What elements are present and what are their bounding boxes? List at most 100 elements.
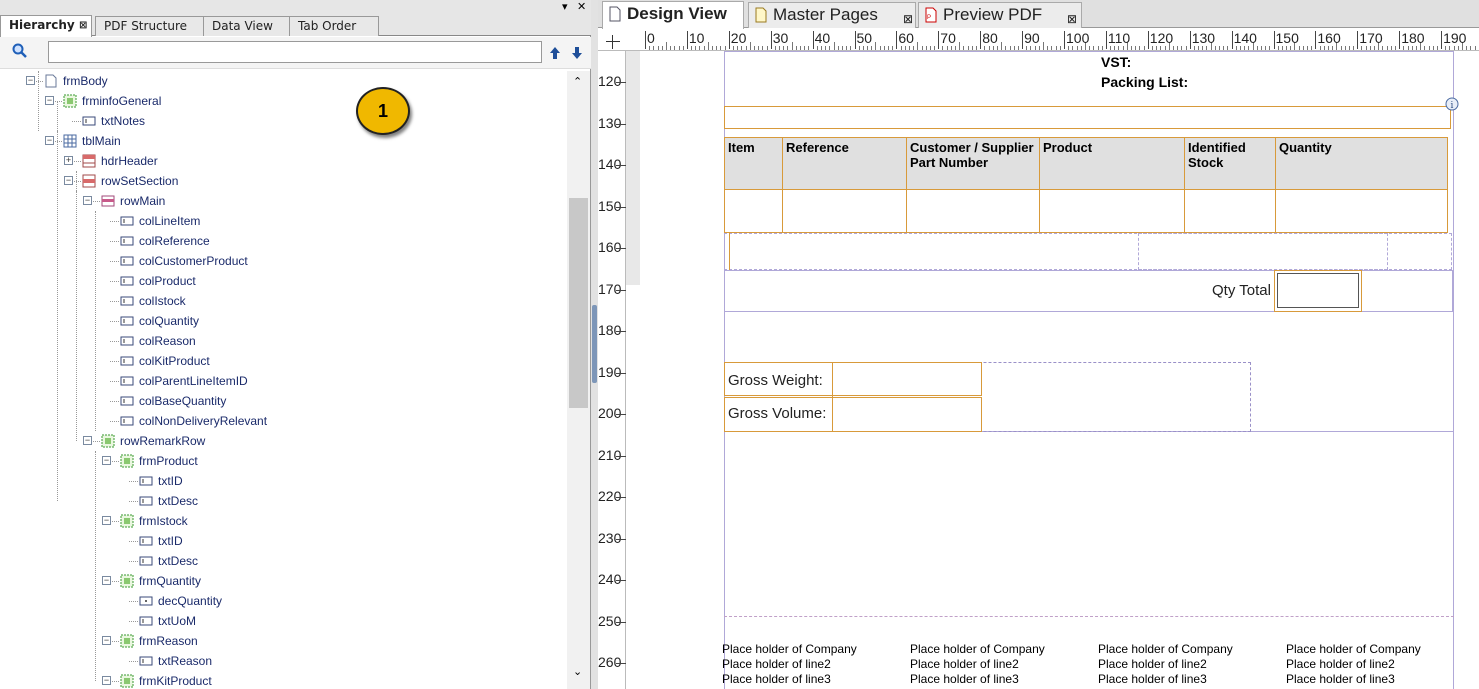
ruler-minor-tick	[1051, 46, 1053, 50]
ruler-label: 10	[688, 30, 705, 46]
collapse-icon[interactable]: −	[83, 436, 92, 445]
ruler-tick	[1315, 31, 1317, 49]
ruler-minor-tick	[1348, 46, 1350, 50]
ruler-minor-tick	[1223, 46, 1225, 50]
hierarchy-tree: − frmBody − frminfoGeneral txtNotes − tblMain +…	[0, 71, 567, 689]
collapse-icon[interactable]: −	[45, 96, 54, 105]
scroll-down-icon[interactable]: ⌄	[573, 665, 582, 678]
tab-hierarchy[interactable]: Hierarchy ⊠	[0, 15, 92, 37]
scrollbar-thumb[interactable]	[569, 198, 588, 408]
tab-data-view[interactable]: Data View	[203, 16, 291, 36]
close-icon[interactable]: ⊠	[79, 16, 87, 35]
table-row[interactable]	[724, 190, 1448, 233]
ruler-minor-tick	[858, 46, 860, 50]
close-icon[interactable]: ⊠	[903, 7, 913, 31]
arrow-down-icon[interactable]	[571, 46, 583, 60]
ruler-minor-tick	[1390, 46, 1392, 50]
ruler-minor-tick	[674, 46, 676, 50]
collapse-icon[interactable]: −	[102, 516, 111, 525]
search-icon[interactable]	[12, 43, 28, 59]
splitter-handle[interactable]	[592, 305, 597, 383]
tab-pdf-structure[interactable]: PDF Structure	[95, 16, 205, 36]
panel-menu-icon[interactable]: ▾	[562, 0, 568, 13]
svg-text:i: i	[1451, 101, 1454, 111]
panel-close-icon[interactable]: ✕	[577, 0, 586, 13]
ruler-minor-tick	[691, 46, 693, 50]
notes-field[interactable]	[724, 106, 1451, 129]
collapse-icon[interactable]: −	[83, 196, 92, 205]
tree-node-label: frmIstock	[139, 514, 188, 528]
collapse-icon[interactable]: −	[45, 136, 54, 145]
ruler-minor-tick	[1428, 46, 1430, 50]
collapse-icon[interactable]: −	[102, 676, 111, 685]
ruler-tick	[616, 497, 626, 498]
ruler-label: 160	[598, 239, 622, 255]
ruler-minor-tick	[1093, 46, 1095, 50]
ruler-minor-tick	[900, 46, 902, 50]
ruler-label: 180	[598, 322, 622, 338]
header-reference: Reference	[783, 138, 907, 189]
tree-connector	[129, 621, 138, 622]
ruler-minor-tick	[1047, 46, 1049, 50]
ruler-minor-tick	[963, 46, 965, 50]
remark-subform[interactable]	[1138, 233, 1388, 270]
ruler-minor-tick	[1244, 46, 1246, 50]
ruler-minor-tick	[716, 46, 718, 50]
qty-total-field[interactable]	[1277, 273, 1359, 308]
ruler-minor-tick	[1361, 46, 1363, 50]
arrow-up-icon[interactable]	[549, 46, 561, 60]
footer-column-3: Place holder of Company Place holder of …	[1098, 642, 1233, 687]
collapse-icon[interactable]: −	[102, 576, 111, 585]
ruler-minor-tick	[1424, 46, 1426, 50]
ruler-minor-tick	[1248, 46, 1250, 50]
ruler-label: 50	[856, 30, 873, 46]
collapse-icon[interactable]: −	[102, 456, 111, 465]
search-input[interactable]	[48, 41, 542, 63]
ruler-minor-tick	[1466, 46, 1468, 50]
table-header-row[interactable]: Item Reference Customer / Supplier Part …	[724, 137, 1448, 190]
tree-node-label: colBaseQuantity	[139, 394, 227, 408]
ruler-tick	[616, 580, 626, 581]
tree-node-label: decQuantity	[158, 594, 223, 608]
tree-connector	[95, 211, 96, 431]
tab-tab-order[interactable]: Tab Order	[289, 16, 379, 36]
gross-volume-label: Gross Volume:	[728, 405, 827, 422]
expand-icon[interactable]: +	[64, 156, 73, 165]
ruler-minor-tick	[850, 46, 852, 50]
scroll-up-icon[interactable]: ⌃	[573, 75, 582, 88]
design-canvas[interactable]: VST: Packing List: i Item Reference Cust…	[640, 51, 1479, 689]
panel-splitter[interactable]	[591, 0, 598, 689]
ruler-minor-tick	[992, 46, 994, 50]
collapse-icon[interactable]: −	[102, 636, 111, 645]
ruler-minor-tick	[837, 46, 839, 50]
close-icon[interactable]: ⊠	[1067, 7, 1077, 31]
ruler-minor-tick	[1122, 46, 1124, 50]
tab-preview-pdf[interactable]: P Preview PDF ⊠	[918, 2, 1082, 28]
ruler-minor-tick	[720, 46, 722, 50]
ruler-minor-tick	[1101, 46, 1103, 50]
ruler-minor-tick	[1403, 46, 1405, 50]
ruler-minor-tick	[1407, 46, 1409, 50]
info-icon[interactable]: i	[1445, 97, 1459, 111]
collapse-icon[interactable]: −	[64, 176, 73, 185]
tree-connector	[110, 461, 119, 462]
tree-node-label: rowSetSection	[101, 174, 179, 188]
tab-master-pages[interactable]: Master Pages ⊠	[748, 2, 916, 28]
tab-design-view[interactable]: Design View	[602, 1, 744, 29]
ruler-minor-tick	[976, 46, 977, 50]
collapse-icon[interactable]: −	[26, 76, 35, 85]
ruler-minor-tick	[783, 46, 785, 50]
header-quantity: Quantity	[1279, 140, 1332, 155]
page-icon	[609, 6, 621, 22]
tree-scrollbar[interactable]: ⌃ ⌄	[567, 71, 590, 689]
ruler-minor-tick	[1001, 42, 1003, 50]
ruler-minor-tick	[762, 46, 764, 50]
tab-label: Master Pages	[773, 5, 878, 24]
ruler-minor-tick	[892, 46, 894, 50]
ruler-minor-tick	[883, 46, 885, 50]
ruler-tick	[616, 414, 626, 415]
ruler-tick	[616, 455, 626, 457]
tab-label: PDF Structure	[104, 19, 188, 33]
ruler-minor-tick	[871, 46, 873, 50]
ruler-minor-tick	[1202, 46, 1204, 50]
